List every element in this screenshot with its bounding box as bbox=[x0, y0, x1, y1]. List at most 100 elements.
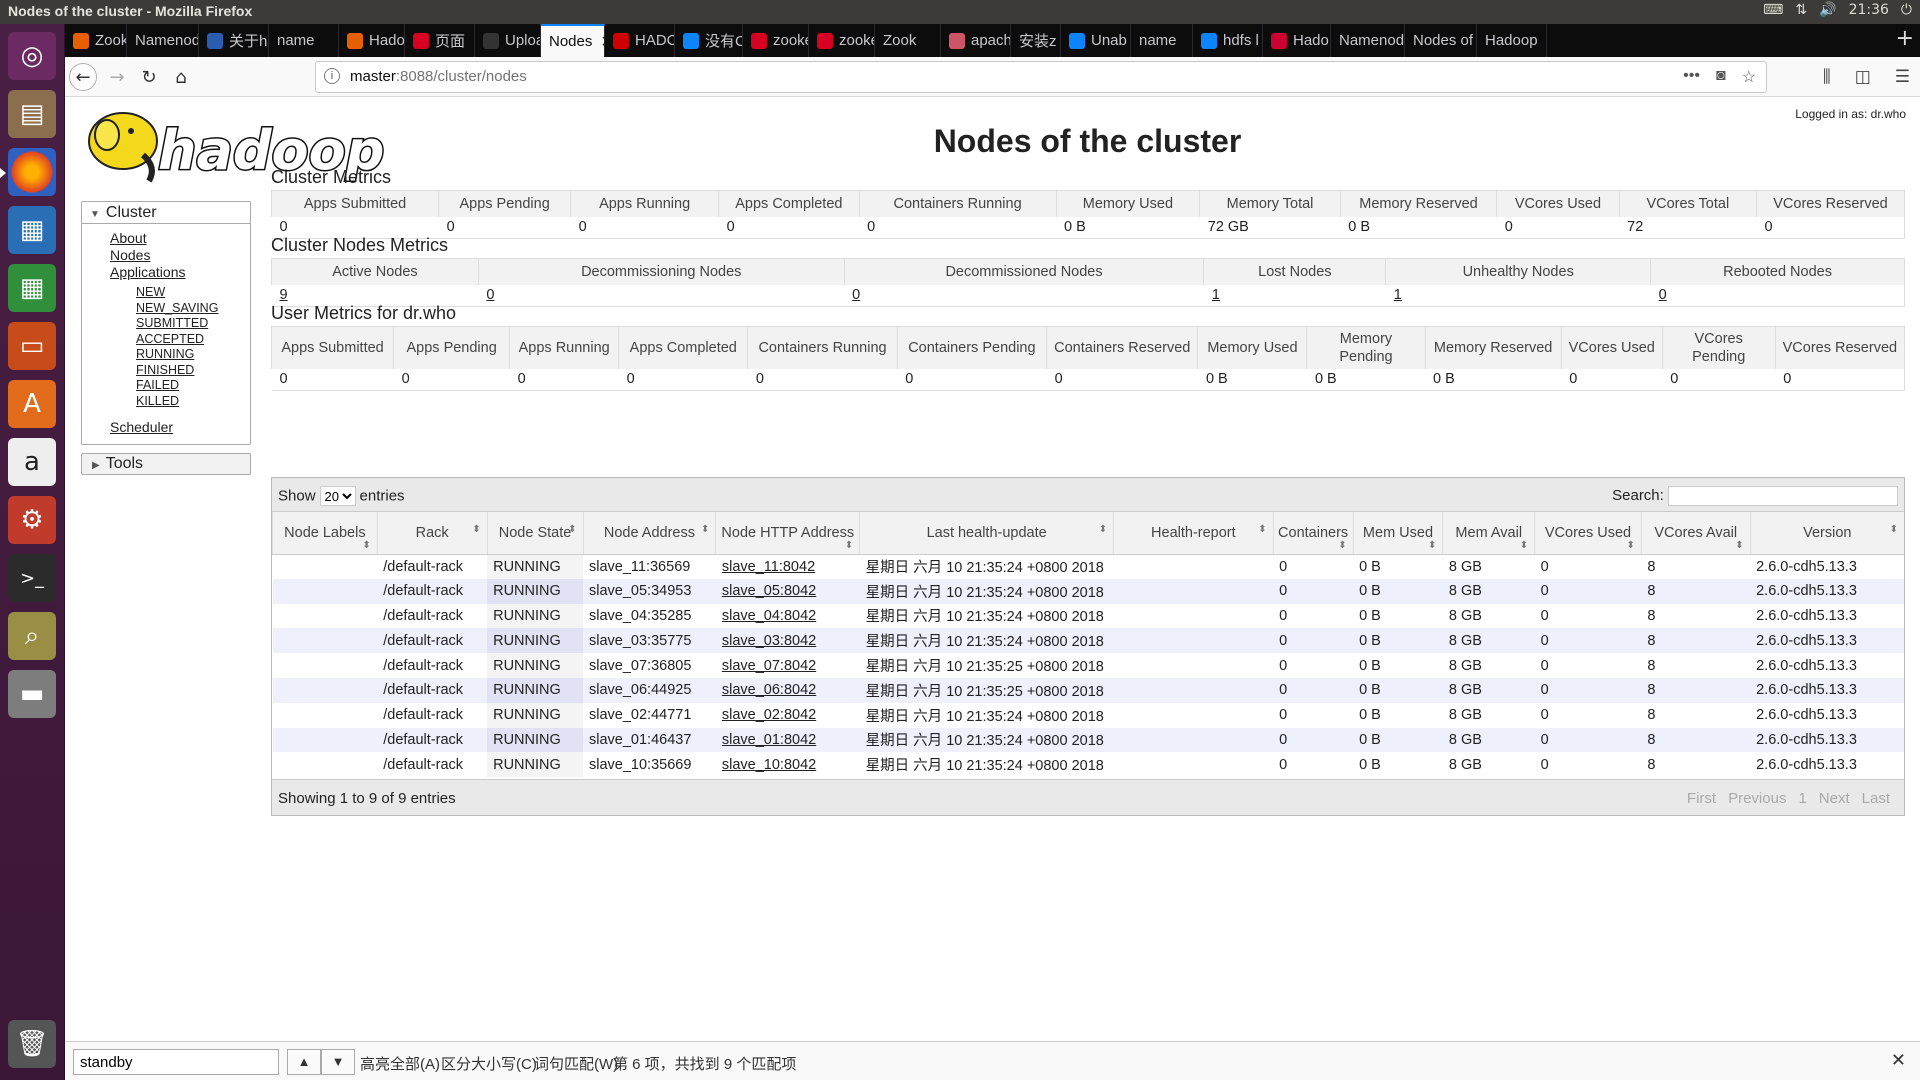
column-header[interactable]: Mem Used ⬍ bbox=[1352, 512, 1443, 555]
browser-tab[interactable]: zooke bbox=[809, 24, 875, 57]
keyboard-icon[interactable]: ⌨ bbox=[1763, 2, 1783, 18]
browser-tab[interactable]: hdfs l bbox=[1193, 24, 1263, 57]
pocket-icon[interactable]: ◙ bbox=[1716, 67, 1726, 87]
column-header[interactable]: Health-report ⬍ bbox=[1113, 512, 1274, 555]
browser-tab[interactable]: 没有C bbox=[675, 24, 743, 57]
app-state-link[interactable]: ACCEPTED bbox=[136, 332, 250, 348]
trash-icon[interactable]: 🗑 bbox=[8, 1020, 56, 1068]
column-header[interactable]: Node HTTP Address ⬍ bbox=[715, 512, 860, 555]
sidebar-link[interactable]: About bbox=[110, 230, 250, 247]
table-cell[interactable]: slave_04:8042 bbox=[716, 604, 860, 629]
app-state-link[interactable]: RUNNING bbox=[136, 347, 250, 363]
column-header[interactable]: Node Address ⬍ bbox=[582, 512, 716, 555]
table-cell[interactable]: slave_11:8042 bbox=[716, 554, 860, 579]
metric-value-link[interactable]: 1 bbox=[1394, 287, 1402, 303]
software-center-icon[interactable]: A bbox=[8, 380, 56, 428]
column-header[interactable]: Rack ⬍ bbox=[376, 512, 488, 555]
metric-value-link[interactable]: 0 bbox=[486, 287, 494, 303]
browser-tab[interactable]: Hadoop bbox=[1477, 24, 1547, 57]
url-bar[interactable]: i master:8088/cluster/nodes ••• ◙ ☆ bbox=[315, 61, 1767, 93]
column-header[interactable]: Node Labels ⬍ bbox=[272, 512, 378, 555]
find-previous-button[interactable]: ▲ bbox=[287, 1049, 321, 1075]
pager-button[interactable]: First bbox=[1687, 790, 1716, 807]
sort-icon[interactable]: ⬍ bbox=[1890, 524, 1898, 535]
app-state-link[interactable]: KILLED bbox=[136, 394, 250, 410]
settings-icon[interactable]: ⚙ bbox=[8, 496, 56, 544]
metric-value-link[interactable]: 0 bbox=[852, 287, 860, 303]
pager-button[interactable]: Last bbox=[1862, 790, 1890, 807]
column-header[interactable]: Containers ⬍ bbox=[1272, 512, 1354, 555]
browser-tab[interactable]: HADC bbox=[605, 24, 675, 57]
menu-icon[interactable]: ☰ bbox=[1895, 67, 1910, 87]
metric-value-link[interactable]: 0 bbox=[1659, 287, 1667, 303]
terminal-icon[interactable]: >_ bbox=[8, 554, 56, 602]
files-icon[interactable]: ▤ bbox=[8, 90, 56, 138]
app-state-link[interactable]: NEW_SAVING bbox=[136, 301, 250, 317]
browser-tab[interactable]: Hado bbox=[1263, 24, 1331, 57]
sort-icon[interactable]: ⬍ bbox=[1258, 524, 1266, 535]
table-search-input[interactable] bbox=[1668, 486, 1898, 506]
app-state-link[interactable]: FINISHED bbox=[136, 363, 250, 379]
page-length-select[interactable]: 20 bbox=[319, 486, 356, 506]
sidebar-link[interactable]: Applications bbox=[110, 264, 250, 281]
writer-icon[interactable]: ▦ bbox=[8, 206, 56, 254]
pager-button[interactable]: Previous bbox=[1728, 790, 1786, 807]
reload-button[interactable]: ↻ bbox=[135, 63, 163, 91]
sort-icon[interactable]: ⬍ bbox=[1626, 540, 1634, 551]
sort-icon[interactable]: ⬍ bbox=[1520, 540, 1528, 551]
metric-value-link[interactable]: 9 bbox=[280, 287, 288, 303]
table-cell[interactable]: slave_05:8042 bbox=[715, 578, 860, 604]
column-header[interactable]: Mem Avail ⬍ bbox=[1442, 512, 1535, 555]
column-header[interactable]: VCores Used ⬍ bbox=[1534, 512, 1642, 555]
table-cell[interactable]: slave_10:8042 bbox=[716, 752, 860, 777]
browser-tab[interactable]: Nodes✕ bbox=[541, 24, 605, 57]
browser-tab[interactable]: name bbox=[269, 24, 339, 57]
column-header[interactable]: Last health-update ⬍ bbox=[859, 512, 1114, 555]
system-tray[interactable]: ⌨ ⇅ 🔊 21:36 ⏻ bbox=[1763, 2, 1912, 18]
network-icon[interactable]: ⇅ bbox=[1795, 2, 1807, 18]
back-button[interactable]: ← bbox=[69, 63, 97, 91]
browser-tab[interactable]: Nodes of bbox=[1405, 24, 1477, 57]
browser-tab[interactable]: apach bbox=[941, 24, 1011, 57]
column-header[interactable]: Version ⬍ bbox=[1749, 512, 1904, 555]
cluster-accordion-header[interactable]: ▼ Cluster bbox=[82, 202, 250, 224]
table-cell[interactable]: slave_06:8042 bbox=[715, 677, 860, 703]
sort-icon[interactable]: ⬍ bbox=[568, 524, 576, 535]
find-input[interactable] bbox=[73, 1049, 279, 1075]
page-actions-icon[interactable]: ••• bbox=[1683, 67, 1700, 87]
sort-icon[interactable]: ⬍ bbox=[1099, 524, 1107, 535]
pager-button[interactable]: Next bbox=[1819, 790, 1850, 807]
whole-words-option[interactable]: 词句匹配(W) bbox=[534, 1053, 618, 1074]
disk-icon[interactable]: ▬ bbox=[8, 670, 56, 718]
ubuntu-dash-icon[interactable]: ◎ bbox=[8, 32, 56, 80]
forward-button[interactable]: → bbox=[103, 63, 131, 91]
browser-tab[interactable]: Unab bbox=[1061, 24, 1131, 57]
browser-tab[interactable]: Namenod bbox=[127, 24, 199, 57]
browser-tab[interactable]: Uploa bbox=[475, 24, 541, 57]
table-cell[interactable]: slave_02:8042 bbox=[716, 703, 860, 728]
calc-icon[interactable]: ▦ bbox=[8, 264, 56, 312]
browser-tab[interactable]: 关于h bbox=[199, 24, 269, 57]
sort-icon[interactable]: ⬍ bbox=[701, 524, 709, 535]
browser-tab[interactable]: Zook bbox=[65, 24, 127, 57]
sidebar-toggle-icon[interactable]: ◫ bbox=[1855, 67, 1871, 87]
amazon-icon[interactable]: a bbox=[8, 438, 56, 486]
browser-tab[interactable]: Hado bbox=[339, 24, 405, 57]
highlight-all-option[interactable]: 高亮全部(A) bbox=[360, 1053, 440, 1074]
home-button[interactable]: ⌂ bbox=[167, 63, 195, 91]
find-close-icon[interactable]: ✕ bbox=[1891, 1050, 1906, 1071]
app-state-link[interactable]: NEW bbox=[136, 285, 250, 301]
sort-icon[interactable]: ⬍ bbox=[472, 524, 480, 535]
browser-tab[interactable]: Namenod bbox=[1331, 24, 1405, 57]
tools-accordion-header[interactable]: ▶ Tools bbox=[81, 453, 251, 475]
sort-icon[interactable]: ⬍ bbox=[845, 540, 853, 551]
column-header[interactable]: Node State ⬍ bbox=[486, 512, 583, 555]
url-text[interactable]: master:8088/cluster/nodes bbox=[350, 68, 527, 85]
impress-icon[interactable]: ▭ bbox=[8, 322, 56, 370]
volume-icon[interactable]: 🔊 bbox=[1819, 2, 1836, 18]
browser-tab[interactable]: 安装z bbox=[1011, 24, 1061, 57]
sidebar-link[interactable]: Nodes bbox=[110, 247, 250, 264]
column-header[interactable]: VCores Avail ⬍ bbox=[1640, 512, 1751, 555]
metric-value-link[interactable]: 1 bbox=[1212, 287, 1220, 303]
site-info-icon[interactable]: i bbox=[324, 68, 340, 84]
